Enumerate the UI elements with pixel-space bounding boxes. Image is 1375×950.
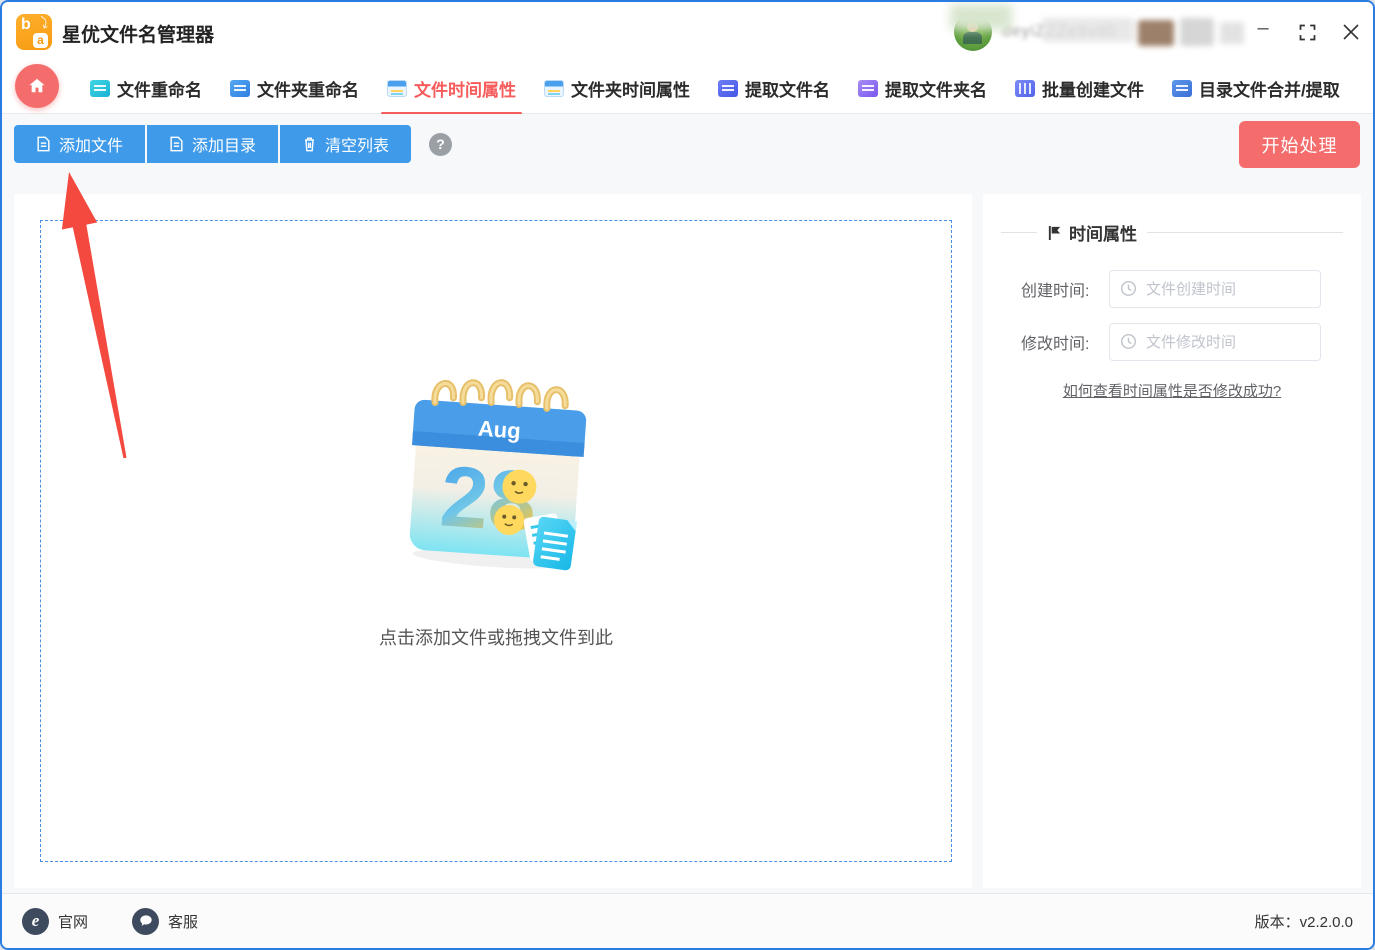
created-time-label: 创建时间: xyxy=(1021,283,1090,300)
start-processing-button[interactable]: 开始处理 xyxy=(1239,121,1360,168)
clear-list-button[interactable]: 清空列表 xyxy=(280,125,412,163)
minimize-icon: – xyxy=(1257,16,1269,39)
help-button[interactable]: ? xyxy=(429,132,453,156)
tab-bar: 文件重命名 文件夹重命名 文件时间属性 文件夹时间属性 提取文件名 提取文件夹名 批量创建文… xyxy=(2,62,1373,115)
clock-icon xyxy=(1120,280,1137,297)
redaction-blur xyxy=(1138,20,1174,46)
batch-create-file-icon xyxy=(1015,79,1035,97)
tab-file-time[interactable]: 文件时间属性 xyxy=(373,62,530,115)
tab-label: 批量创建文件 xyxy=(1042,80,1144,100)
trash-icon xyxy=(305,137,314,152)
panel-header: 时间属性 xyxy=(1001,220,1343,245)
app-logo-icon: b ⤵ a xyxy=(16,14,52,50)
extract-folder-name-icon xyxy=(858,79,878,97)
tab-folder-time[interactable]: 文件夹时间属性 xyxy=(530,62,704,114)
redaction-blur xyxy=(1042,18,1134,42)
home-icon xyxy=(29,78,45,93)
time-attribute-help-link[interactable]: 如何查看时间属性是否修改成功? xyxy=(1063,383,1281,400)
tab-label: 文件夹重命名 xyxy=(257,80,359,100)
toolbar-button-group: 添加文件 添加目录 清空列表 xyxy=(14,125,412,163)
redaction-blur xyxy=(1180,18,1214,46)
file-list-panel: Aug 28 点击添加文件或拖拽文件到此 xyxy=(14,194,972,888)
tab-bar-tabs: 文件重命名 文件夹重命名 文件时间属性 文件夹时间属性 提取文件名 提取文件夹名 批量创建文… xyxy=(76,62,1367,115)
add-directory-label: 添加目录 xyxy=(192,138,257,155)
panel-title: 时间属性 xyxy=(1047,220,1137,245)
footer: e 官网 客服 版本：v2.2.0.0 xyxy=(2,893,1373,948)
tab-extract-folder-name[interactable]: 提取文件夹名 xyxy=(844,62,1001,114)
modified-time-input[interactable] xyxy=(1109,323,1321,361)
add-directory-button[interactable]: 添加目录 xyxy=(147,125,279,163)
tab-batch-create-file[interactable]: 批量创建文件 xyxy=(1001,62,1158,114)
chat-bubble-icon xyxy=(132,907,160,935)
extract-file-name-icon xyxy=(718,79,738,97)
tab-label: 文件时间属性 xyxy=(414,80,516,100)
tab-file-rename[interactable]: 文件重命名 xyxy=(76,62,216,114)
time-attributes-panel: 时间属性 创建时间: 修改时间: xyxy=(983,194,1361,888)
toolbar: 添加文件 添加目录 清空列表 ? xyxy=(14,125,453,163)
created-time-field: 创建时间: xyxy=(1021,270,1321,308)
tab-label: 文件重命名 xyxy=(117,80,202,100)
home-button[interactable] xyxy=(15,64,59,108)
close-icon xyxy=(1343,24,1359,40)
merge-extract-icon xyxy=(1172,79,1192,97)
maximize-button[interactable] xyxy=(1285,12,1329,52)
folder-rename-icon xyxy=(230,79,250,97)
tab-extract-file-name[interactable]: 提取文件名 xyxy=(704,62,844,114)
file-time-icon xyxy=(387,79,407,97)
browser-e-icon: e xyxy=(22,907,49,935)
file-dropzone[interactable]: Aug 28 点击添加文件或拖拽文件到此 xyxy=(40,220,952,862)
app-window: b ⤵ a 星优文件名管理器 deyiZZZe9vd0 – xyxy=(0,0,1375,950)
file-icon xyxy=(37,136,50,152)
modified-time-field: 修改时间: xyxy=(1021,323,1321,361)
content-region: 添加文件 添加目录 清空列表 ? 开始处理 Aug 28 点击添加文件或拖拽文件… xyxy=(2,114,1373,893)
add-file-button[interactable]: 添加文件 xyxy=(14,125,146,163)
customer-service-label: 客服 xyxy=(168,913,199,931)
dropzone-hint: 点击添加文件或拖拽文件到此 xyxy=(379,628,613,648)
tab-label: 目录文件合并/提取 xyxy=(1199,80,1340,100)
customer-service-button[interactable]: 客服 xyxy=(132,907,199,935)
maximize-icon xyxy=(1299,24,1315,40)
window-controls: – xyxy=(1241,2,1373,62)
official-website-label: 官网 xyxy=(58,913,89,931)
file-rename-icon xyxy=(90,79,110,97)
title-bar: b ⤵ a 星优文件名管理器 deyiZZZe9vd0 – xyxy=(2,2,1373,62)
version-label: 版本：v2.2.0.0 xyxy=(1254,913,1353,931)
question-icon: ? xyxy=(436,136,445,152)
flag-icon xyxy=(1048,225,1061,240)
folder-time-icon xyxy=(544,79,564,97)
minimize-button[interactable]: – xyxy=(1241,12,1285,52)
app-title: 星优文件名管理器 xyxy=(62,25,215,46)
tab-label: 提取文件夹名 xyxy=(885,80,987,100)
official-website-button[interactable]: e 官网 xyxy=(22,907,89,935)
clear-list-label: 清空列表 xyxy=(325,138,390,155)
svg-text:Aug: Aug xyxy=(477,416,521,444)
created-time-input[interactable] xyxy=(1109,270,1321,308)
calendar-illustration: Aug 28 xyxy=(396,367,596,572)
close-button[interactable] xyxy=(1329,12,1373,52)
tab-folder-rename[interactable]: 文件夹重命名 xyxy=(216,62,373,114)
file-icon xyxy=(170,136,183,152)
clock-icon xyxy=(1120,333,1137,350)
tab-label: 文件夹时间属性 xyxy=(571,80,690,100)
modified-time-label: 修改时间: xyxy=(1021,336,1090,353)
tab-label: 提取文件名 xyxy=(745,80,830,100)
tab-merge-extract[interactable]: 目录文件合并/提取 xyxy=(1158,62,1354,114)
add-file-label: 添加文件 xyxy=(59,138,124,155)
redaction-blur xyxy=(950,4,1012,30)
